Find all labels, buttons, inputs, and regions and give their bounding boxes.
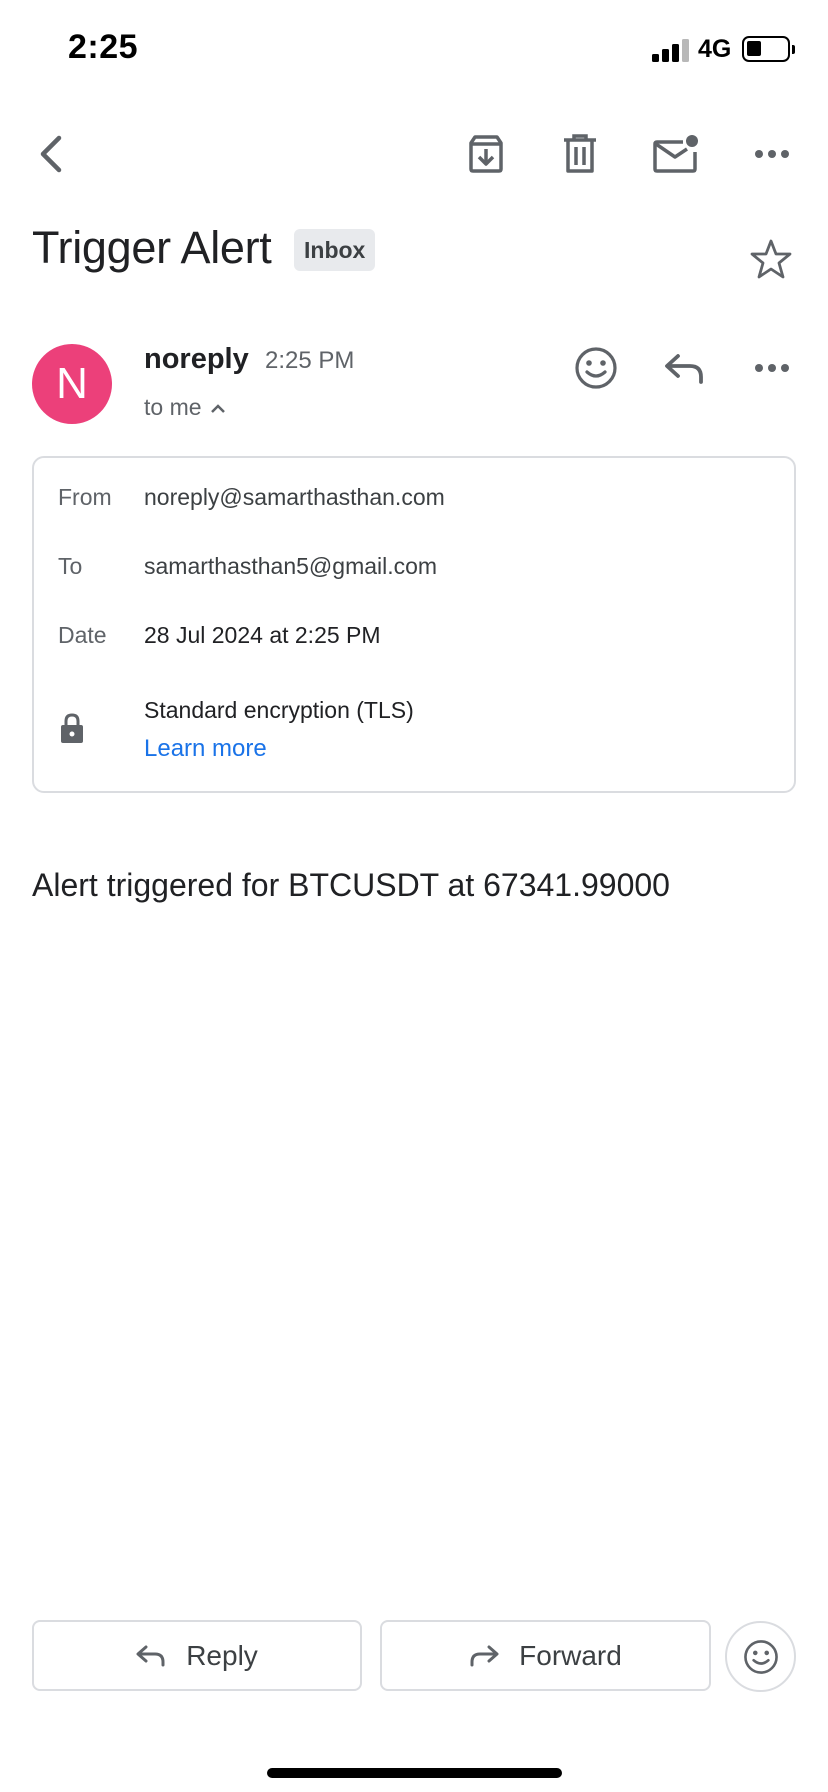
recipients-label: to me: [144, 394, 202, 420]
recipients-toggle[interactable]: to me: [144, 394, 226, 421]
forward-action-button[interactable]: Forward: [380, 1620, 711, 1691]
forward-action-label: Forward: [519, 1639, 622, 1671]
mark-unread-icon: [653, 135, 698, 173]
sent-time: 2:25 PM: [265, 347, 355, 374]
archive-button[interactable]: [458, 126, 514, 182]
react-emoji-button[interactable]: [568, 340, 624, 396]
network-type: 4G: [698, 35, 732, 63]
reply-icon: [136, 1645, 165, 1666]
back-button[interactable]: [24, 126, 80, 182]
to-value[interactable]: samarthasthan5@gmail.com: [144, 553, 437, 580]
back-arrow-icon: [40, 135, 62, 173]
reply-button[interactable]: [656, 340, 712, 396]
sender-name: noreply: [144, 343, 249, 375]
reply-action-label: Reply: [186, 1639, 258, 1671]
from-value[interactable]: noreply@samarthasthan.com: [144, 484, 445, 511]
email-subject: Trigger Alert: [32, 222, 272, 273]
to-label: To: [58, 553, 83, 579]
home-indicator[interactable]: [267, 1768, 562, 1778]
status-bar: 2:25 4G: [0, 0, 828, 100]
archive-icon: [469, 135, 503, 173]
signal-icon: [652, 38, 692, 62]
mark-unread-button[interactable]: [648, 126, 704, 182]
star-button[interactable]: [746, 234, 796, 284]
message-more-button[interactable]: [744, 340, 800, 396]
from-label: From: [58, 484, 112, 510]
encryption-text: Standard encryption (TLS): [144, 697, 414, 723]
lock-icon: [61, 713, 83, 743]
sender-avatar[interactable]: N: [32, 344, 112, 424]
date-value: 28 Jul 2024 at 2:25 PM: [144, 622, 381, 648]
emoji-icon: [743, 1639, 778, 1674]
forward-icon: [470, 1645, 499, 1666]
inbox-label-chip[interactable]: Inbox: [294, 229, 376, 271]
status-time: 2:25: [68, 28, 139, 66]
date-label: Date: [58, 622, 107, 648]
email-body: Alert triggered for BTCUSDT at 67341.990…: [32, 867, 670, 903]
emoji-reaction-button[interactable]: [725, 1621, 796, 1692]
more-options-button[interactable]: [744, 126, 800, 182]
emoji-icon: [575, 347, 617, 389]
battery-cap: [792, 45, 795, 54]
bottom-actions: Reply Forward: [0, 1620, 828, 1692]
chevron-up-icon: [210, 403, 225, 413]
more-horizontal-icon: [755, 364, 789, 372]
learn-more-link[interactable]: Learn more: [144, 735, 267, 763]
more-horizontal-icon: [755, 150, 789, 158]
reply-icon: [665, 354, 703, 384]
star-icon: [750, 239, 792, 279]
delete-button[interactable]: [552, 126, 608, 182]
battery-icon: [742, 36, 790, 62]
trash-icon: [564, 134, 596, 173]
reply-action-button[interactable]: Reply: [32, 1620, 362, 1691]
message-details-card: From noreply@samarthasthan.com To samart…: [32, 456, 796, 793]
